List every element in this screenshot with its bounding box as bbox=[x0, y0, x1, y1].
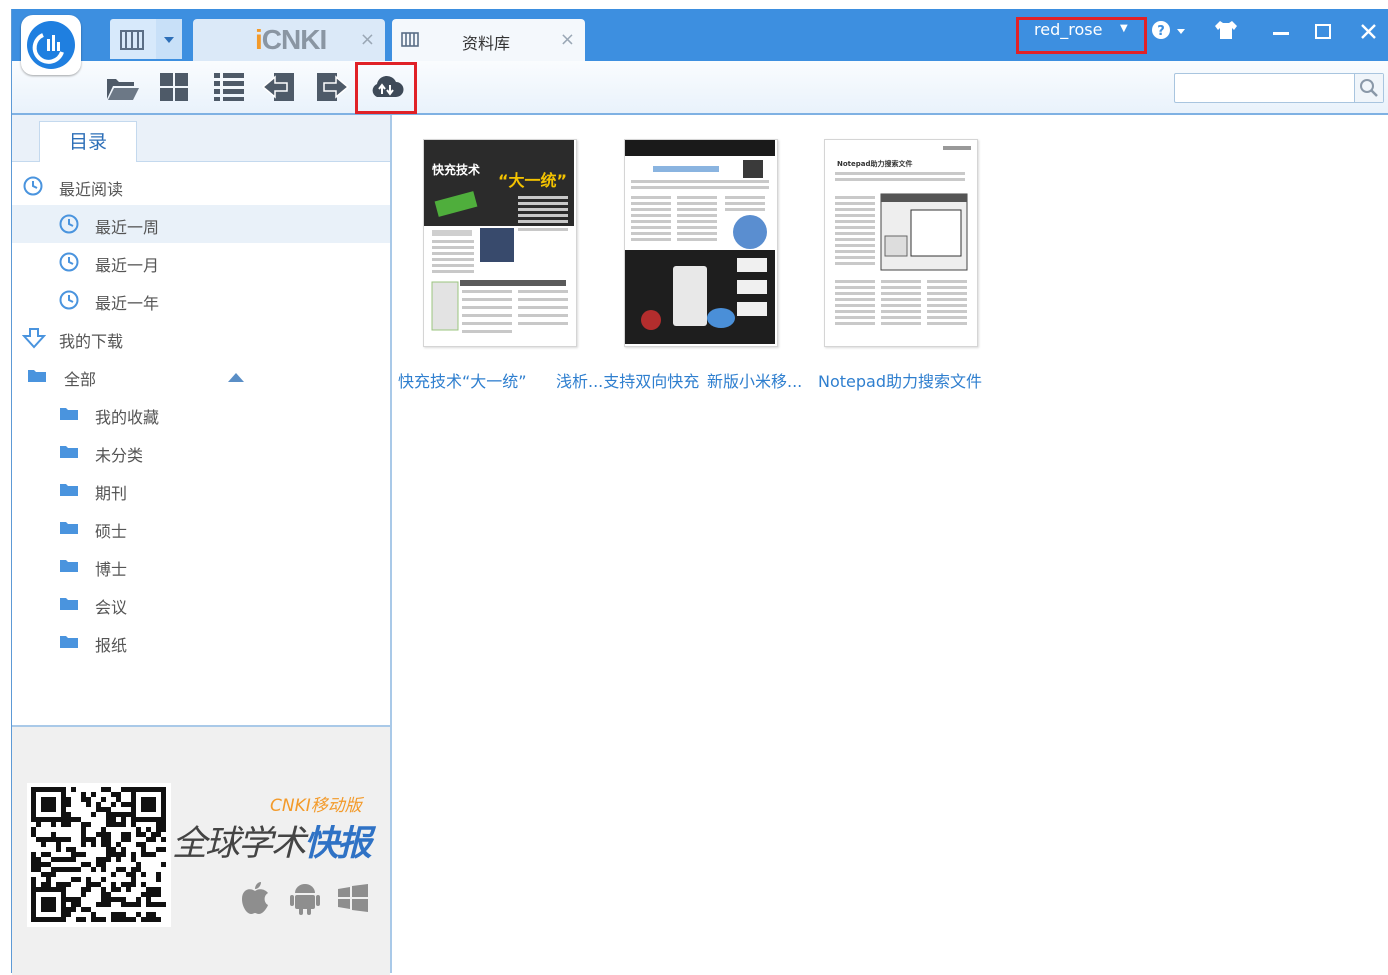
document-title[interactable]: 新版小米移... bbox=[707, 368, 802, 392]
shirt-icon[interactable] bbox=[1212, 18, 1240, 46]
library-tab-icon bbox=[401, 32, 419, 47]
document-thumbnail[interactable]: Notepad助力搜索文件 bbox=[824, 139, 978, 347]
sidebar-item[interactable]: 会议 bbox=[12, 585, 390, 623]
sidebar: 目录 最近阅读最近一周最近一月最近一年我的下载全部我的收藏未分类期刊硕士博士会议… bbox=[12, 115, 392, 975]
clock-icon bbox=[58, 251, 80, 273]
sidebar-item-label: 未分类 bbox=[95, 446, 144, 465]
chevron-down-icon[interactable]: ▼ bbox=[1120, 23, 1128, 34]
sidebar-tabs: 目录 bbox=[12, 115, 390, 162]
cloud-highlight-box bbox=[355, 62, 417, 114]
sidebar-item-label: 我的下载 bbox=[59, 332, 124, 351]
forward-icon[interactable] bbox=[314, 69, 350, 105]
folder-icon bbox=[26, 365, 48, 387]
document-title[interactable]: Notepad助力搜索文件 bbox=[818, 368, 982, 392]
library-switch[interactable] bbox=[110, 19, 182, 59]
sidebar-item[interactable]: 博士 bbox=[12, 547, 390, 585]
document-thumbnail[interactable]: 快充技术 “大一统” bbox=[423, 139, 577, 347]
sidebar-item[interactable]: 最近阅读 bbox=[12, 167, 390, 205]
promo-headline: 全球学术快报 bbox=[172, 824, 372, 864]
maximize-button[interactable] bbox=[1308, 17, 1338, 47]
folder-icon bbox=[58, 479, 80, 501]
sidebar-item[interactable]: 报纸 bbox=[12, 623, 390, 661]
sidebar-item[interactable]: 我的下载 bbox=[12, 319, 390, 357]
svg-text:?: ? bbox=[1157, 24, 1165, 39]
library-dropdown-button[interactable] bbox=[156, 19, 182, 59]
folder-icon bbox=[58, 403, 80, 425]
title-bar: iCNKI × 资料库 × red_rose ▼ ? bbox=[12, 9, 1388, 61]
windows-icon[interactable] bbox=[336, 879, 370, 917]
sidebar-item-label: 硕士 bbox=[95, 522, 128, 541]
svg-text:快充技术: 快充技术 bbox=[432, 162, 480, 177]
collapse-arrow-icon[interactable] bbox=[226, 369, 246, 388]
document-title[interactable]: 快充技术“大一统” bbox=[398, 368, 527, 392]
qr-code bbox=[27, 783, 171, 927]
svg-text:Notepad助力搜索文件: Notepad助力搜索文件 bbox=[837, 159, 913, 168]
svg-text:“大一统”: “大一统” bbox=[498, 171, 567, 190]
sidebar-item[interactable]: 我的收藏 bbox=[12, 395, 390, 433]
clock-icon bbox=[58, 213, 80, 235]
sidebar-item-label: 最近一年 bbox=[95, 294, 160, 313]
question-icon[interactable]: ? bbox=[1151, 19, 1191, 47]
library-icon[interactable] bbox=[110, 19, 154, 59]
app-logo bbox=[21, 15, 81, 75]
sidebar-item-label: 最近阅读 bbox=[59, 180, 124, 199]
folder-icon bbox=[58, 593, 80, 615]
sidebar-item-label: 我的收藏 bbox=[95, 408, 160, 427]
search-icon[interactable] bbox=[1354, 74, 1383, 102]
app-window: iCNKI × 资料库 × red_rose ▼ ? 目录 最近阅读 最近一周 … bbox=[11, 9, 1388, 975]
folder-icon bbox=[58, 555, 80, 577]
tab-close-icon[interactable]: × bbox=[360, 29, 375, 50]
user-menu[interactable]: red_rose bbox=[1034, 20, 1102, 39]
search-input[interactable] bbox=[1179, 76, 1353, 102]
search-box[interactable] bbox=[1174, 73, 1384, 103]
folder-icon bbox=[58, 441, 80, 463]
sidebar-item-label: 报纸 bbox=[95, 636, 128, 655]
sidebar-item-label: 期刊 bbox=[95, 484, 128, 503]
tab-catalog[interactable]: 目录 bbox=[39, 121, 137, 162]
download-icon bbox=[21, 327, 47, 349]
list-view-icon[interactable] bbox=[211, 69, 247, 105]
sidebar-item[interactable]: 未分类 bbox=[12, 433, 390, 471]
tab-close-icon[interactable]: × bbox=[560, 29, 575, 50]
back-icon[interactable] bbox=[261, 69, 297, 105]
sidebar-item[interactable]: 最近一周 bbox=[12, 205, 390, 243]
sidebar-item-label: 全部 bbox=[64, 370, 97, 389]
sidebar-item-label: 最近一月 bbox=[95, 256, 160, 275]
tab-label: 资料库 bbox=[462, 34, 511, 53]
tab-library[interactable]: 资料库 × bbox=[392, 19, 585, 61]
close-button[interactable] bbox=[1354, 17, 1384, 47]
sidebar-item-label: 最近一周 bbox=[95, 218, 160, 237]
sidebar-item[interactable]: 期刊 bbox=[12, 471, 390, 509]
folder-icon bbox=[58, 631, 80, 653]
mobile-promo: CNKI移动版 全球学术快报 bbox=[12, 725, 390, 975]
android-icon[interactable] bbox=[288, 879, 322, 917]
sidebar-item-label: 会议 bbox=[95, 598, 128, 617]
apple-icon[interactable] bbox=[238, 879, 272, 917]
sidebar-item-label: 博士 bbox=[95, 560, 128, 579]
grid-view-icon[interactable] bbox=[156, 69, 192, 105]
clock-icon bbox=[22, 175, 44, 197]
promo-brand: CNKI移动版 bbox=[270, 796, 362, 816]
cnki-logo: iCNKI bbox=[255, 24, 327, 55]
document-thumbnail[interactable] bbox=[624, 139, 778, 347]
folder-icon bbox=[58, 517, 80, 539]
tab-cnki[interactable]: iCNKI × bbox=[193, 19, 385, 61]
document-title[interactable]: 浅析...支持双向快充 bbox=[556, 368, 699, 392]
open-folder-icon[interactable] bbox=[104, 69, 140, 105]
sidebar-item[interactable]: 最近一年 bbox=[12, 281, 390, 319]
clock-icon bbox=[58, 289, 80, 311]
sidebar-item[interactable]: 最近一月 bbox=[12, 243, 390, 281]
sidebar-item[interactable]: 硕士 bbox=[12, 509, 390, 547]
minimize-button[interactable] bbox=[1266, 17, 1296, 47]
sidebar-item[interactable]: 全部 bbox=[12, 357, 390, 395]
toolbar bbox=[12, 61, 1388, 115]
